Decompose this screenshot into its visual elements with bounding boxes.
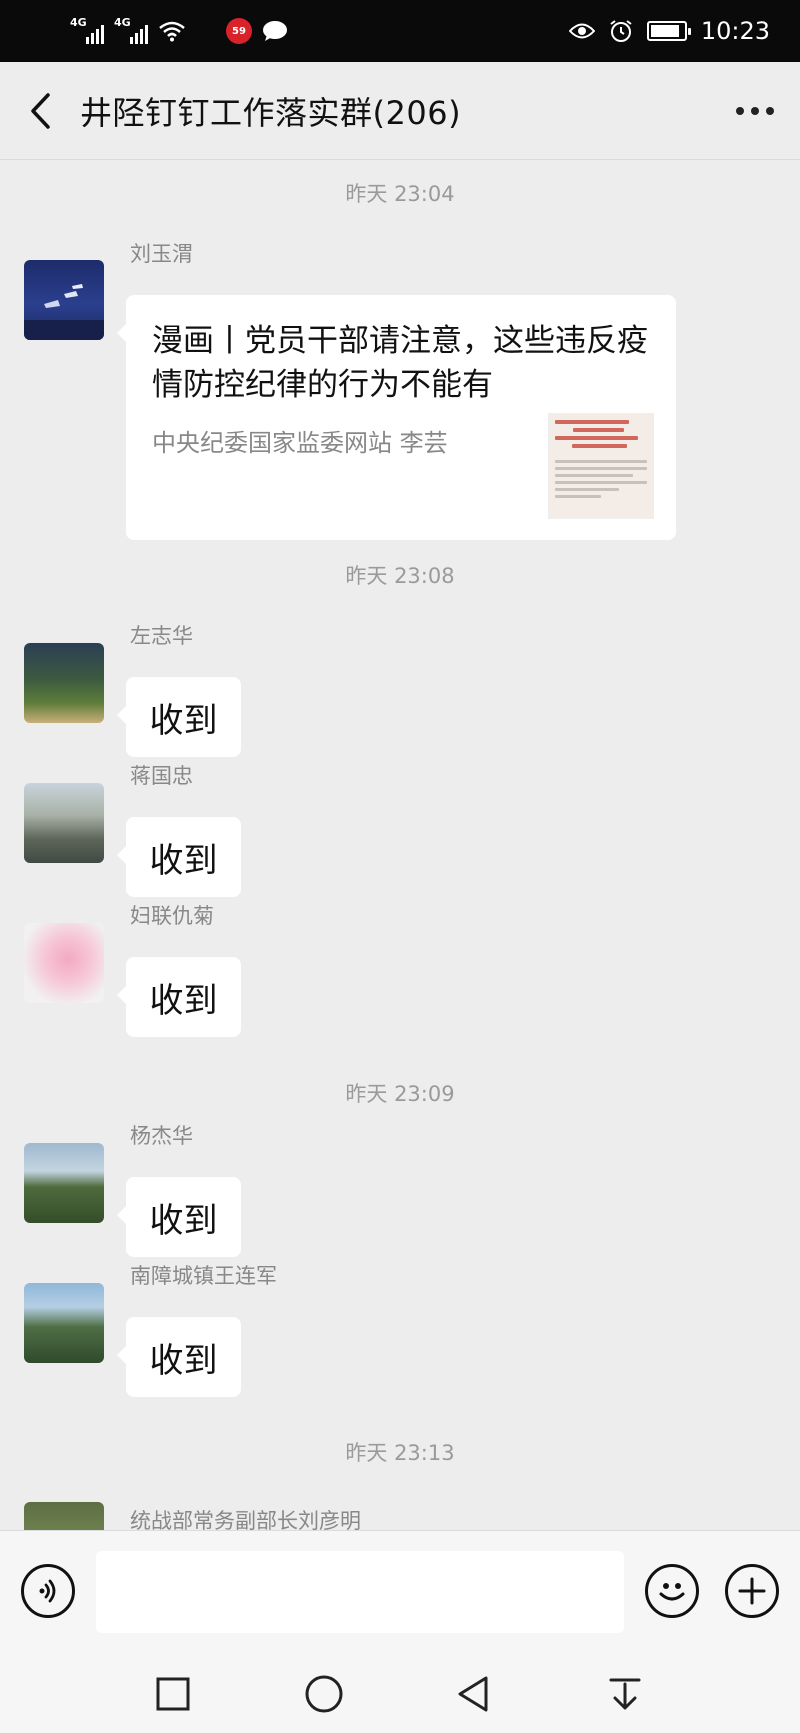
- message-bubble[interactable]: 收到: [117, 957, 241, 1037]
- back-icon: [458, 1676, 488, 1712]
- message-input[interactable]: [96, 1551, 624, 1633]
- page-title: 井陉钉钉工作落实群(206): [80, 93, 462, 132]
- system-nav-bar: [0, 1655, 800, 1733]
- sender-name: 统战部常务副部长刘彦明: [130, 1509, 361, 1530]
- message-bubble[interactable]: 收到: [117, 1177, 241, 1257]
- sender-name: 刘玉渭: [130, 242, 193, 266]
- message-bubble[interactable]: 收到: [117, 677, 241, 757]
- network-type-label: 4G: [70, 16, 87, 29]
- avatar[interactable]: [24, 783, 104, 863]
- message-bubble[interactable]: 收到: [117, 817, 241, 897]
- emoji-button[interactable]: [645, 1564, 699, 1618]
- card-title: 漫画丨党员干部请注意，这些违反疫情防控纪律的行为不能有: [152, 323, 648, 403]
- avatar[interactable]: [24, 1502, 104, 1530]
- avatar[interactable]: [24, 1143, 104, 1223]
- wifi-icon: [159, 21, 185, 42]
- message-bubble[interactable]: 收到: [117, 1317, 241, 1397]
- card-thumbnail: [548, 413, 654, 519]
- battery-icon: [646, 21, 691, 41]
- back-button[interactable]: [0, 62, 80, 160]
- avatar-ships-image: [24, 284, 104, 340]
- notification-pull-icon: [609, 1678, 641, 1710]
- message-icon: [263, 21, 287, 41]
- avatar[interactable]: [24, 260, 104, 340]
- status-right: 10:23: [568, 17, 770, 45]
- voice-button[interactable]: [21, 1564, 75, 1618]
- recents-icon: [156, 1677, 190, 1711]
- cellular-signal-icon-2: 4G: [114, 16, 148, 44]
- sender-name: 左志华: [130, 624, 193, 648]
- network-type-label-2: 4G: [114, 16, 131, 29]
- timestamp: 昨天 23:13: [345, 1441, 455, 1465]
- avatar[interactable]: [24, 923, 104, 1003]
- avatar[interactable]: [24, 1283, 104, 1363]
- voice-icon: [39, 1579, 56, 1603]
- sender-name: 杨杰华: [130, 1124, 193, 1148]
- eye-comfort-icon: [568, 23, 595, 39]
- home-icon: [305, 1675, 343, 1713]
- status-left: 4G 4G 59: [70, 16, 288, 44]
- plus-icon: [738, 1577, 766, 1605]
- input-bar: [0, 1530, 800, 1655]
- more-options-button[interactable]: [710, 62, 800, 160]
- sender-name: 蒋国忠: [130, 764, 193, 788]
- timestamp: 昨天 23:09: [345, 1082, 455, 1106]
- sender-name: 妇联仇菊: [130, 904, 214, 928]
- emoji-icon: [659, 1583, 685, 1601]
- home-button[interactable]: [299, 1669, 349, 1719]
- link-card[interactable]: 漫画丨党员干部请注意，这些违反疫情防控纪律的行为不能有 中央纪委国家监委网站 李…: [117, 295, 676, 540]
- more-actions-button[interactable]: [725, 1564, 779, 1618]
- more-dots-icon: [736, 106, 774, 115]
- chat-header: 井陉钉钉工作落实群(206): [0, 62, 800, 160]
- back-nav-button[interactable]: [449, 1669, 499, 1719]
- notification-badge: 59: [226, 18, 252, 44]
- timestamp: 昨天 23:04: [345, 182, 455, 206]
- notification-pull-button[interactable]: [600, 1669, 650, 1719]
- status-bar: 4G 4G 59 10:23: [0, 0, 800, 62]
- clock: 10:23: [700, 17, 770, 45]
- timestamp: 昨天 23:08: [345, 564, 455, 588]
- message-list[interactable]: 昨天 23:04 刘玉渭 漫画丨党员干部请注意，这些违反疫情防控纪律的行为不能有…: [0, 160, 800, 1530]
- recents-button[interactable]: [148, 1669, 198, 1719]
- card-source: 中央纪委国家监委网站 李芸: [152, 429, 448, 457]
- avatar[interactable]: [24, 643, 104, 723]
- alarm-icon: [610, 20, 632, 42]
- sender-name: 南障城镇王连军: [130, 1264, 277, 1288]
- chevron-left-icon: [31, 92, 50, 129]
- cellular-signal-icon: 4G: [70, 16, 104, 44]
